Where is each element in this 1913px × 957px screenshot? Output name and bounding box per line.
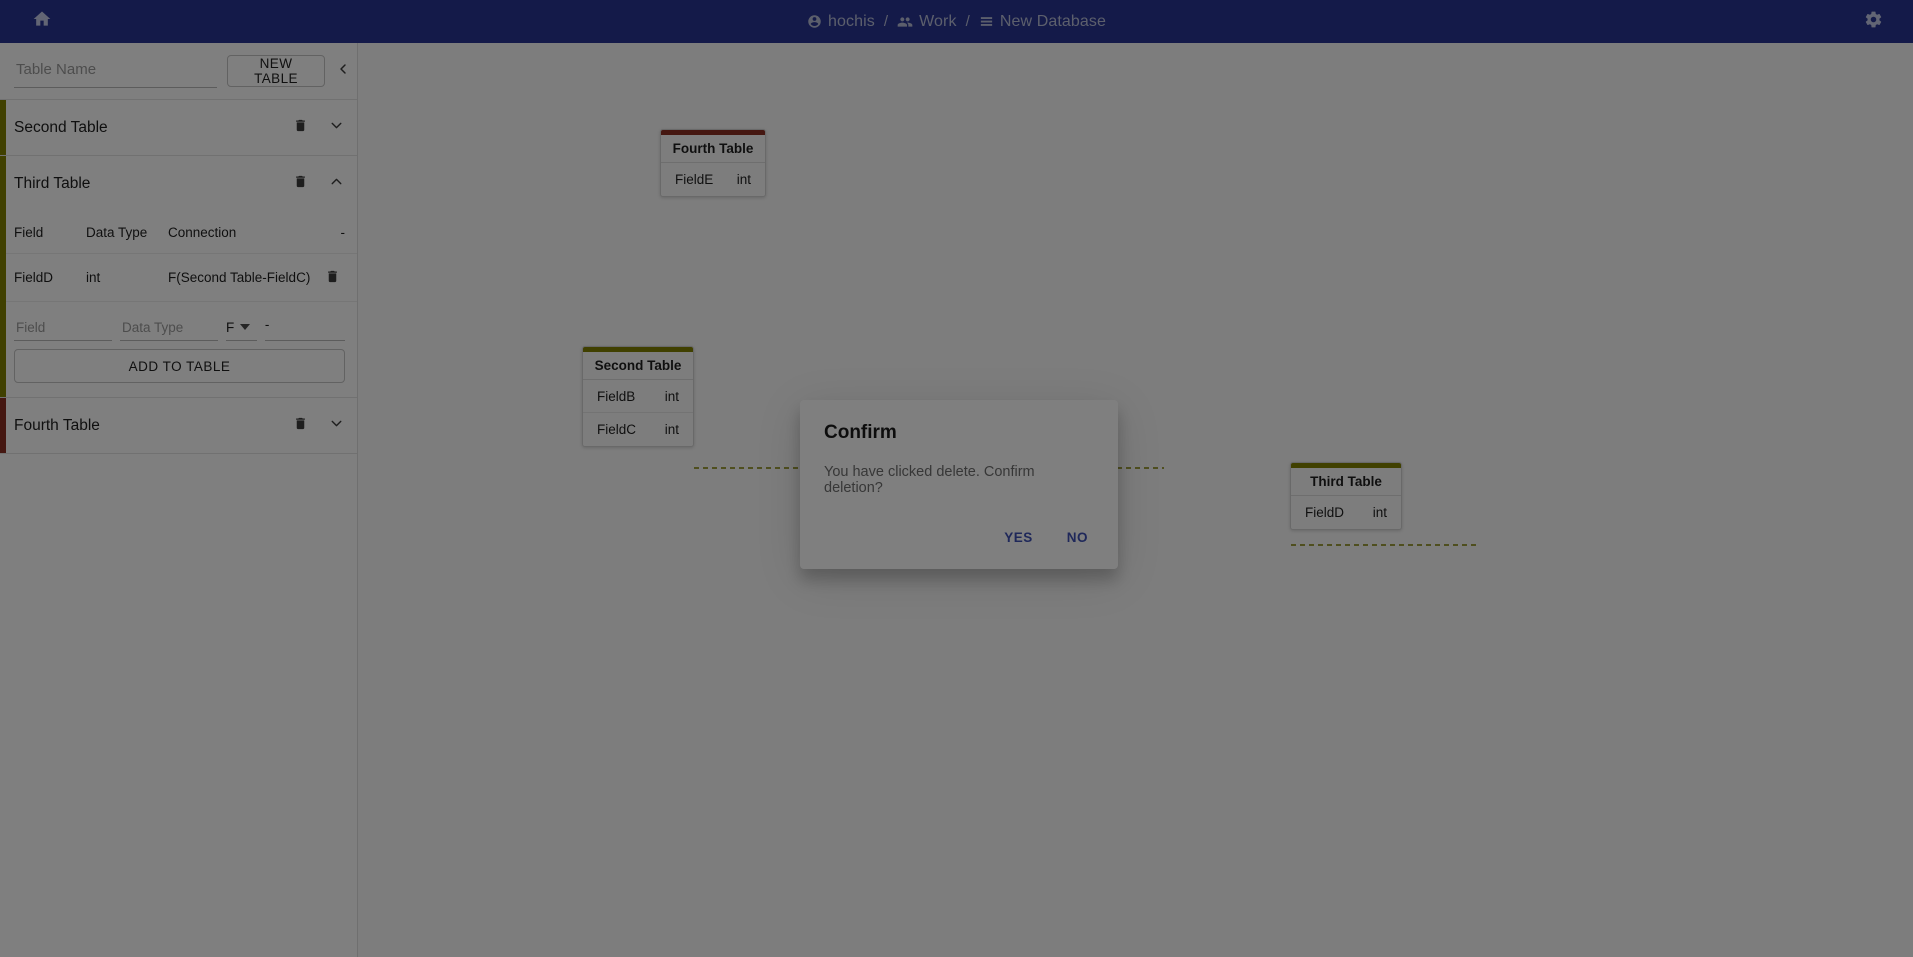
modal-overlay[interactable] xyxy=(0,0,1913,957)
app-root: hochis / Work / New Database xyxy=(0,0,1913,957)
